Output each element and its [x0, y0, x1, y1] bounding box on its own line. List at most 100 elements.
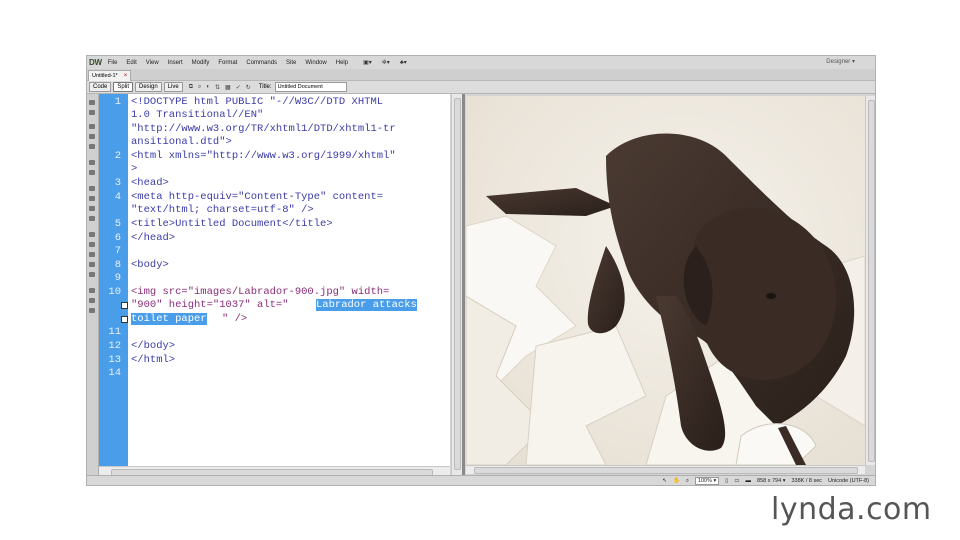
- menu-help[interactable]: Help: [336, 60, 348, 66]
- check-page-icon[interactable]: ✓: [236, 84, 241, 91]
- menu-view[interactable]: View: [146, 60, 159, 66]
- window-size[interactable]: 858 x 794 ▾: [757, 478, 785, 484]
- inspect-icon[interactable]: ⌕: [198, 84, 201, 91]
- refresh-icon[interactable]: ↻: [246, 84, 251, 91]
- line-number: 7: [114, 245, 121, 257]
- code-view-button[interactable]: Code: [89, 82, 112, 92]
- layout-icon[interactable]: ▣▾: [363, 59, 372, 66]
- menu-commands[interactable]: Commands: [246, 60, 277, 66]
- code-vertical-scrollbar[interactable]: [451, 94, 462, 476]
- code-line: <!DOCTYPE html PUBLIC "-//W3C//DTD XHTML: [131, 96, 384, 108]
- design-view-button[interactable]: Design: [135, 82, 162, 92]
- wrap-tag-icon[interactable]: [89, 252, 95, 257]
- code-line: <body>: [131, 259, 169, 271]
- document-tab[interactable]: Untitled-1* ×: [88, 70, 132, 81]
- menu-file[interactable]: File: [108, 60, 118, 66]
- code-line: <meta http-equiv="Content-Type" content=: [131, 191, 384, 203]
- code-line: <title>Untitled Document</title>: [131, 218, 333, 230]
- line-numbers-icon[interactable]: [89, 186, 95, 191]
- code-fold-marker[interactable]: [121, 316, 128, 323]
- document-tab-label: Untitled-1*: [92, 73, 118, 79]
- scrollbar-thumb[interactable]: [474, 467, 858, 474]
- line-number: 4: [114, 191, 121, 203]
- line-number: 14: [108, 367, 121, 379]
- title-label: Title:: [258, 84, 272, 90]
- menu-bar: DW File Edit View Insert Modify Format C…: [87, 56, 875, 69]
- code-line: ansitional.dtd">: [131, 136, 232, 148]
- select-tool-icon[interactable]: ↖: [662, 478, 667, 484]
- scrollbar-thumb[interactable]: [868, 100, 875, 462]
- open-documents-icon[interactable]: [89, 100, 95, 105]
- scrollbar-thumb[interactable]: [454, 98, 461, 470]
- code-line: <html xmlns="http://www.w3.org/1999/xhtm…: [131, 150, 396, 162]
- code-line: <head>: [131, 177, 169, 189]
- line-number: 2: [114, 150, 121, 162]
- auto-indent-icon[interactable]: [89, 216, 95, 221]
- extend-icon[interactable]: ✲▾: [382, 59, 390, 66]
- code-line: >: [131, 163, 138, 175]
- code-line-img: <img src="images/Labrador-900.jpg" width…: [131, 286, 390, 298]
- code-editor[interactable]: <!DOCTYPE html PUBLIC "-//W3C//DTD XHTML…: [128, 94, 450, 466]
- apply-comment-icon[interactable]: [89, 232, 95, 237]
- code-fold-marker[interactable]: [121, 302, 128, 309]
- menu-modify[interactable]: Modify: [192, 60, 210, 66]
- workspace-switcher[interactable]: Designer ▾: [826, 58, 855, 65]
- desktop-size-icon[interactable]: ▬: [746, 478, 752, 484]
- zoom-select[interactable]: 100% ▾: [694, 477, 720, 485]
- site-icon[interactable]: ♣▾: [400, 59, 407, 66]
- code-line: 1.0 Transitional//EN": [131, 109, 264, 121]
- move-css-icon[interactable]: [89, 272, 95, 277]
- menu-window[interactable]: Window: [305, 60, 326, 66]
- balance-braces-icon[interactable]: [89, 170, 95, 175]
- download-size: 338K / 8 sec: [791, 478, 823, 484]
- title-input[interactable]: Untitled Document: [274, 82, 347, 92]
- browser-preview-icon[interactable]: ◐: [206, 84, 210, 91]
- line-number: 1: [114, 96, 121, 108]
- encoding: Unicode (UTF-8): [828, 478, 869, 484]
- app-logo: DW: [89, 58, 102, 67]
- collapse-selection-icon[interactable]: [89, 134, 95, 139]
- split-view-button[interactable]: Split: [113, 82, 134, 92]
- select-parent-tag-icon[interactable]: [89, 160, 95, 165]
- expand-all-icon[interactable]: [89, 144, 95, 149]
- design-horizontal-scrollbar[interactable]: [466, 465, 865, 474]
- line-number: 12: [108, 340, 121, 352]
- highlight-invalid-code-icon[interactable]: [89, 196, 95, 201]
- document-tabs: Untitled-1* ×: [87, 69, 875, 81]
- design-view-image[interactable]: [466, 96, 865, 465]
- menu-insert[interactable]: Insert: [168, 60, 183, 66]
- indent-code-icon[interactable]: [89, 288, 95, 293]
- zoom-tool-icon[interactable]: ⌕: [686, 478, 689, 485]
- split-divider[interactable]: [462, 94, 465, 476]
- line-number: 3: [114, 177, 121, 189]
- line-number: 11: [108, 326, 121, 338]
- selected-alt-text[interactable]: Labrador attacks: [316, 299, 417, 311]
- recent-snippets-icon[interactable]: [89, 262, 95, 267]
- line-number-gutter: 1 2 3 4 5 6 7 8 9 10 11 12 13 14: [99, 94, 128, 466]
- syntax-coloring-icon[interactable]: [89, 206, 95, 211]
- file-management-icon[interactable]: ⇅: [215, 84, 220, 91]
- document-toolbar: Code Split Design Live ⧉ ⌕ ◐ ⇅ ▦ ✓ ↻ Tit…: [87, 81, 875, 94]
- selected-alt-text-cont[interactable]: toilet paper: [131, 313, 207, 325]
- hand-tool-icon[interactable]: ✋: [673, 478, 680, 484]
- tablet-size-icon[interactable]: ▭: [734, 478, 739, 484]
- outdent-code-icon[interactable]: [89, 298, 95, 303]
- remove-comment-icon[interactable]: [89, 242, 95, 247]
- collapse-tag-icon[interactable]: [89, 124, 95, 129]
- close-icon[interactable]: ×: [124, 73, 128, 79]
- line-number: 13: [108, 354, 121, 366]
- line-number: 9: [114, 272, 121, 284]
- design-vertical-scrollbar[interactable]: [865, 96, 875, 465]
- format-source-icon[interactable]: [89, 308, 95, 313]
- line-number: 8: [114, 259, 121, 271]
- menu-site[interactable]: Site: [286, 60, 296, 66]
- live-view-button[interactable]: Live: [163, 82, 183, 92]
- menu-edit[interactable]: Edit: [126, 60, 136, 66]
- dreamweaver-window: DW File Edit View Insert Modify Format C…: [86, 55, 876, 486]
- visual-aids-icon[interactable]: ▦: [225, 84, 231, 91]
- show-code-navigator-icon[interactable]: [89, 110, 95, 115]
- status-bar: ↖ ✋ ⌕ 100% ▾ ▯ ▭ ▬ 858 x 794 ▾ 338K / 8 …: [87, 475, 875, 485]
- menu-format[interactable]: Format: [218, 60, 237, 66]
- mobile-size-icon[interactable]: ▯: [725, 478, 728, 484]
- multiscreen-icon[interactable]: ⧉: [189, 84, 193, 91]
